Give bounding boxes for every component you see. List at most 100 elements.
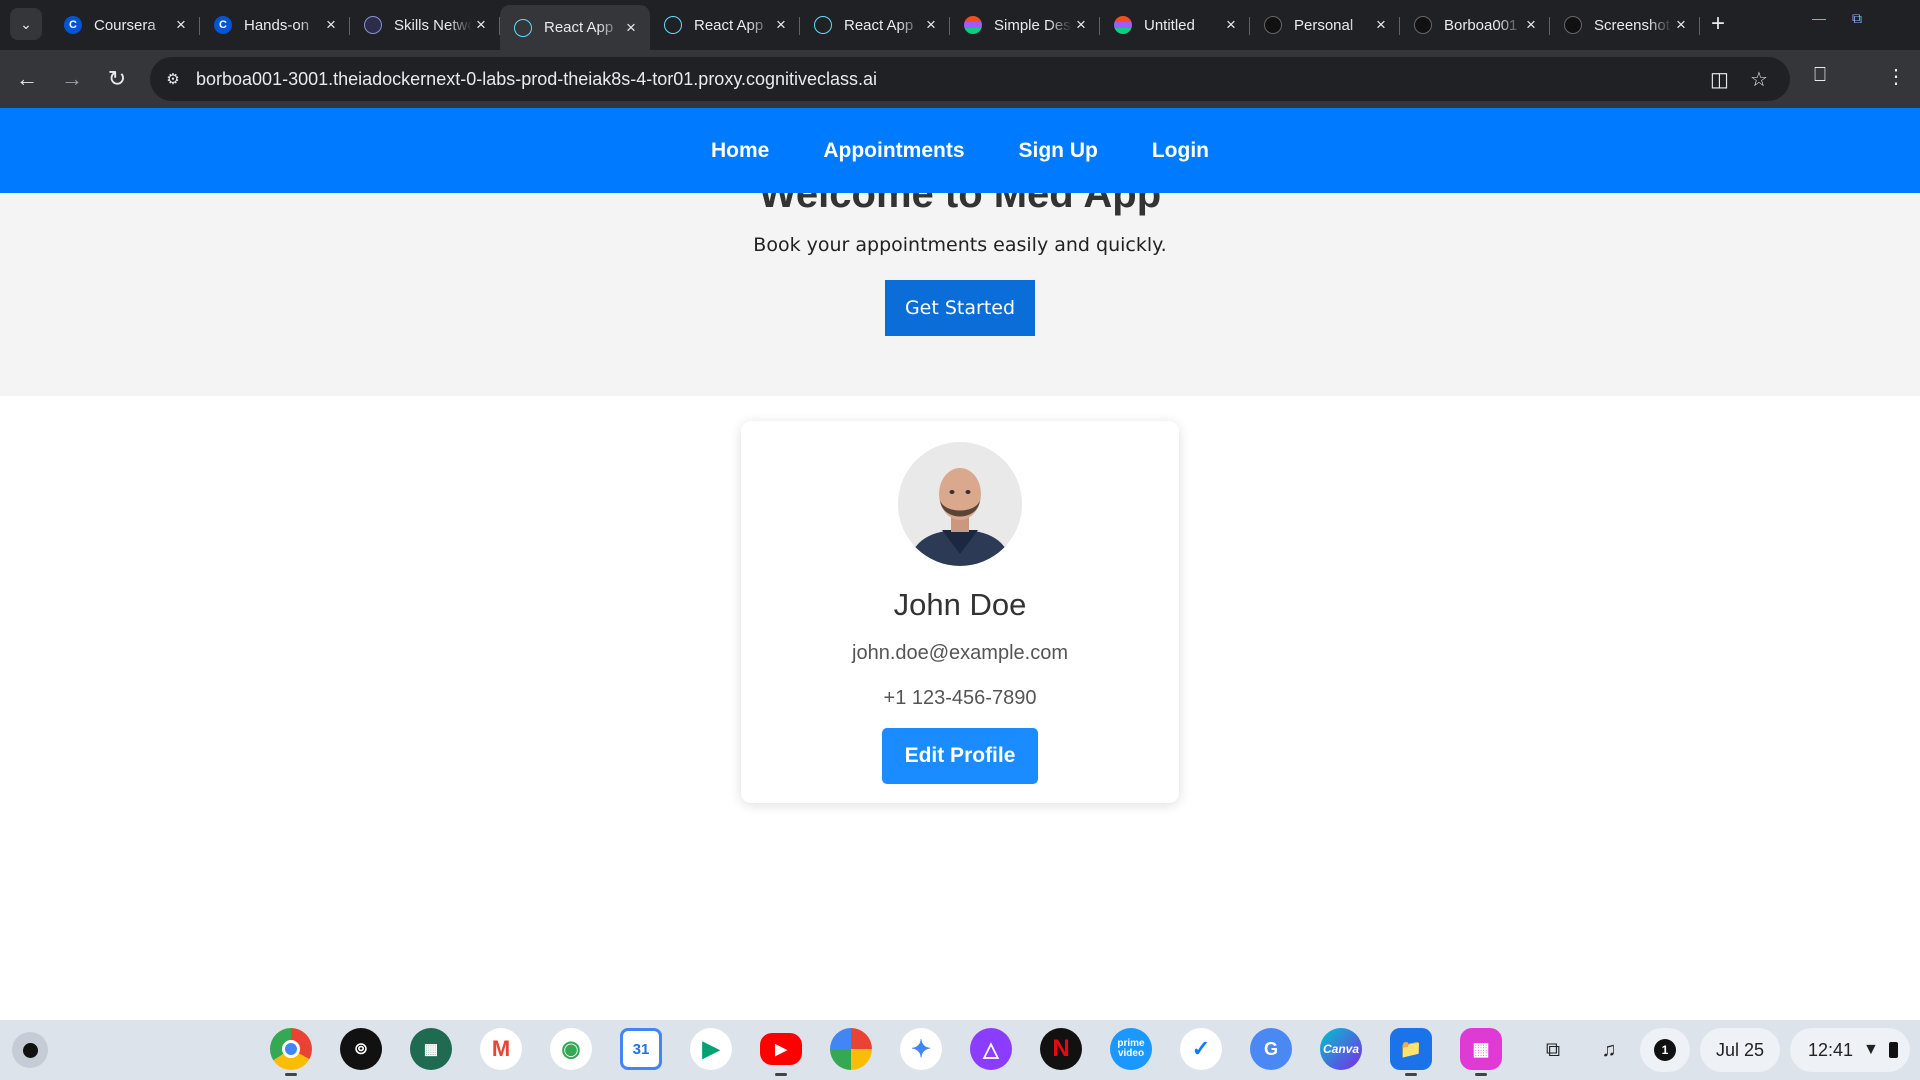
browser-toolbar: ← → ↻ ⚙ borboa001-3001.theiadockernext-0…: [0, 50, 1920, 108]
play-store-icon[interactable]: ▶: [690, 1028, 732, 1070]
forward-button[interactable]: →: [57, 64, 87, 94]
tab[interactable]: Personal ×: [1250, 5, 1400, 45]
tab[interactable]: Screenshot ×: [1550, 5, 1700, 45]
date-text: Jul 25: [1715, 1039, 1765, 1060]
media-controls-icon[interactable]: ♫: [1594, 1035, 1624, 1065]
close-icon[interactable]: ×: [1672, 15, 1690, 35]
close-icon[interactable]: ×: [172, 15, 190, 35]
tab[interactable]: Skills Network ×: [350, 5, 500, 45]
maps-icon[interactable]: ◉: [550, 1028, 592, 1070]
screenshot-app-icon[interactable]: ▦: [1460, 1028, 1502, 1076]
workspace-icon[interactable]: ▦: [410, 1028, 452, 1070]
messenger-icon[interactable]: ✓: [1180, 1028, 1222, 1070]
tab-title: React App: [544, 19, 614, 36]
nav-login-link[interactable]: Login: [1152, 139, 1209, 163]
site-info-icon[interactable]: ⚙: [162, 68, 184, 90]
close-icon[interactable]: ×: [772, 15, 790, 35]
notification-center[interactable]: 1: [1640, 1028, 1690, 1072]
launcher-icon: [22, 1042, 38, 1058]
tab-search-button[interactable]: ⌄: [10, 8, 42, 40]
canva-label: Canva: [1322, 1042, 1360, 1056]
close-icon[interactable]: ×: [472, 15, 490, 35]
back-arrow-icon: ←: [16, 66, 38, 91]
profile-phone: +1 123-456-7890: [883, 687, 1037, 709]
reload-icon: ↻: [107, 66, 127, 91]
tab-strip: ⌄ C Coursera × C Hands-on × Skills Netwo…: [0, 0, 1920, 50]
bookmark-star-icon[interactable]: ☆: [1750, 67, 1768, 92]
tab[interactable]: React App ×: [650, 5, 800, 45]
figma-icon: [964, 16, 982, 34]
tab-title: Personal: [1294, 16, 1354, 34]
more-menu-icon[interactable]: ⋮: [1886, 64, 1906, 89]
gmail-icon[interactable]: M: [480, 1028, 522, 1070]
profile-name: John Doe: [893, 587, 1027, 622]
get-started-button[interactable]: Get Started: [885, 280, 1035, 336]
launcher-button[interactable]: [12, 1032, 48, 1068]
close-icon[interactable]: ×: [622, 18, 640, 38]
tab-list: C Coursera × C Hands-on × Skills Network…: [50, 5, 1700, 50]
podcasts-icon[interactable]: ⦾: [340, 1028, 382, 1070]
coursera-icon: C: [214, 16, 232, 34]
notification-count: 1: [1654, 1039, 1676, 1061]
close-icon[interactable]: ×: [1222, 15, 1240, 35]
close-icon[interactable]: ×: [1072, 15, 1090, 35]
avatar: [898, 442, 1022, 566]
nav-signup-link[interactable]: Sign Up: [1019, 139, 1098, 163]
shelf: ⦾ ▦ M ◉ 31 ▶ ▶ ✦ △ N prime video ✓ G Can…: [0, 1020, 1920, 1080]
restore-icon[interactable]: ⧉: [1852, 10, 1862, 27]
prime-video-label: prime video: [1117, 1038, 1145, 1059]
tab-title: Untitled: [1144, 16, 1195, 34]
tab[interactable]: Simple Design ×: [950, 5, 1100, 45]
calendar-icon[interactable]: 31: [620, 1028, 662, 1070]
coursera-icon: C: [64, 16, 82, 34]
url-text[interactable]: borboa001-3001.theiadockernext-0-labs-pr…: [196, 69, 877, 90]
translate-icon[interactable]: G: [1250, 1028, 1292, 1070]
install-app-icon[interactable]: ◫: [1710, 67, 1729, 92]
chrome-icon[interactable]: [270, 1028, 312, 1076]
photos-icon[interactable]: [830, 1028, 872, 1070]
github-icon: [1564, 16, 1582, 34]
tab[interactable]: C Coursera ×: [50, 5, 200, 45]
nav-appointments-link[interactable]: Appointments: [823, 139, 964, 163]
react-icon: [814, 16, 832, 34]
status-area[interactable]: 12:41 ▼: [1790, 1028, 1910, 1072]
files-icon[interactable]: 📁: [1390, 1028, 1432, 1076]
nav-home-link[interactable]: Home: [711, 139, 769, 163]
youtube-icon[interactable]: ▶: [760, 1033, 802, 1076]
edit-profile-button[interactable]: Edit Profile: [882, 728, 1038, 784]
new-tab-button[interactable]: +: [1704, 10, 1732, 38]
calendar-day: 31: [632, 1040, 650, 1058]
close-icon[interactable]: ×: [1372, 15, 1390, 35]
address-bar[interactable]: ⚙ borboa001-3001.theiadockernext-0-labs-…: [150, 57, 1790, 101]
tab-title: Hands-on: [244, 16, 310, 34]
tab[interactable]: Borboa001 ×: [1400, 5, 1550, 45]
web-page: Welcome to Med App Book your appointment…: [0, 108, 1920, 1020]
tab[interactable]: C Hands-on ×: [200, 5, 350, 45]
tab-title: Simple Design: [994, 16, 1072, 34]
tab[interactable]: Untitled ×: [1100, 5, 1250, 45]
close-icon[interactable]: ×: [922, 15, 940, 35]
figma-icon: [1114, 16, 1132, 34]
holding-space-icon[interactable]: ⧉: [1538, 1035, 1568, 1065]
date-tray[interactable]: Jul 25: [1700, 1028, 1780, 1072]
tab-active[interactable]: React App ×: [500, 5, 650, 50]
reload-button[interactable]: ↻: [102, 64, 132, 94]
gemini-icon[interactable]: ✦: [900, 1028, 942, 1070]
close-icon[interactable]: ×: [1522, 15, 1540, 35]
netflix-icon[interactable]: N: [1040, 1028, 1082, 1070]
battery-icon: [1888, 1042, 1898, 1058]
canva-icon[interactable]: Canva: [1320, 1028, 1362, 1070]
plus-icon: +: [1710, 10, 1725, 37]
profile-email: john.doe@example.com: [852, 642, 1068, 664]
react-icon: [664, 16, 682, 34]
tab[interactable]: React App ×: [800, 5, 950, 45]
navbar: Home Appointments Sign Up Login: [0, 108, 1920, 193]
extensions-icon[interactable]: ⎕: [1814, 64, 1826, 87]
minimize-icon[interactable]: —: [1812, 10, 1826, 26]
forward-arrow-icon: →: [61, 66, 83, 91]
back-button[interactable]: ←: [12, 64, 42, 94]
prime-video-icon[interactable]: prime video: [1110, 1028, 1152, 1070]
close-icon[interactable]: ×: [322, 15, 340, 35]
proton-icon[interactable]: △: [970, 1028, 1012, 1070]
profile-card: John Doe john.doe@example.com +1 123-456…: [741, 421, 1179, 803]
